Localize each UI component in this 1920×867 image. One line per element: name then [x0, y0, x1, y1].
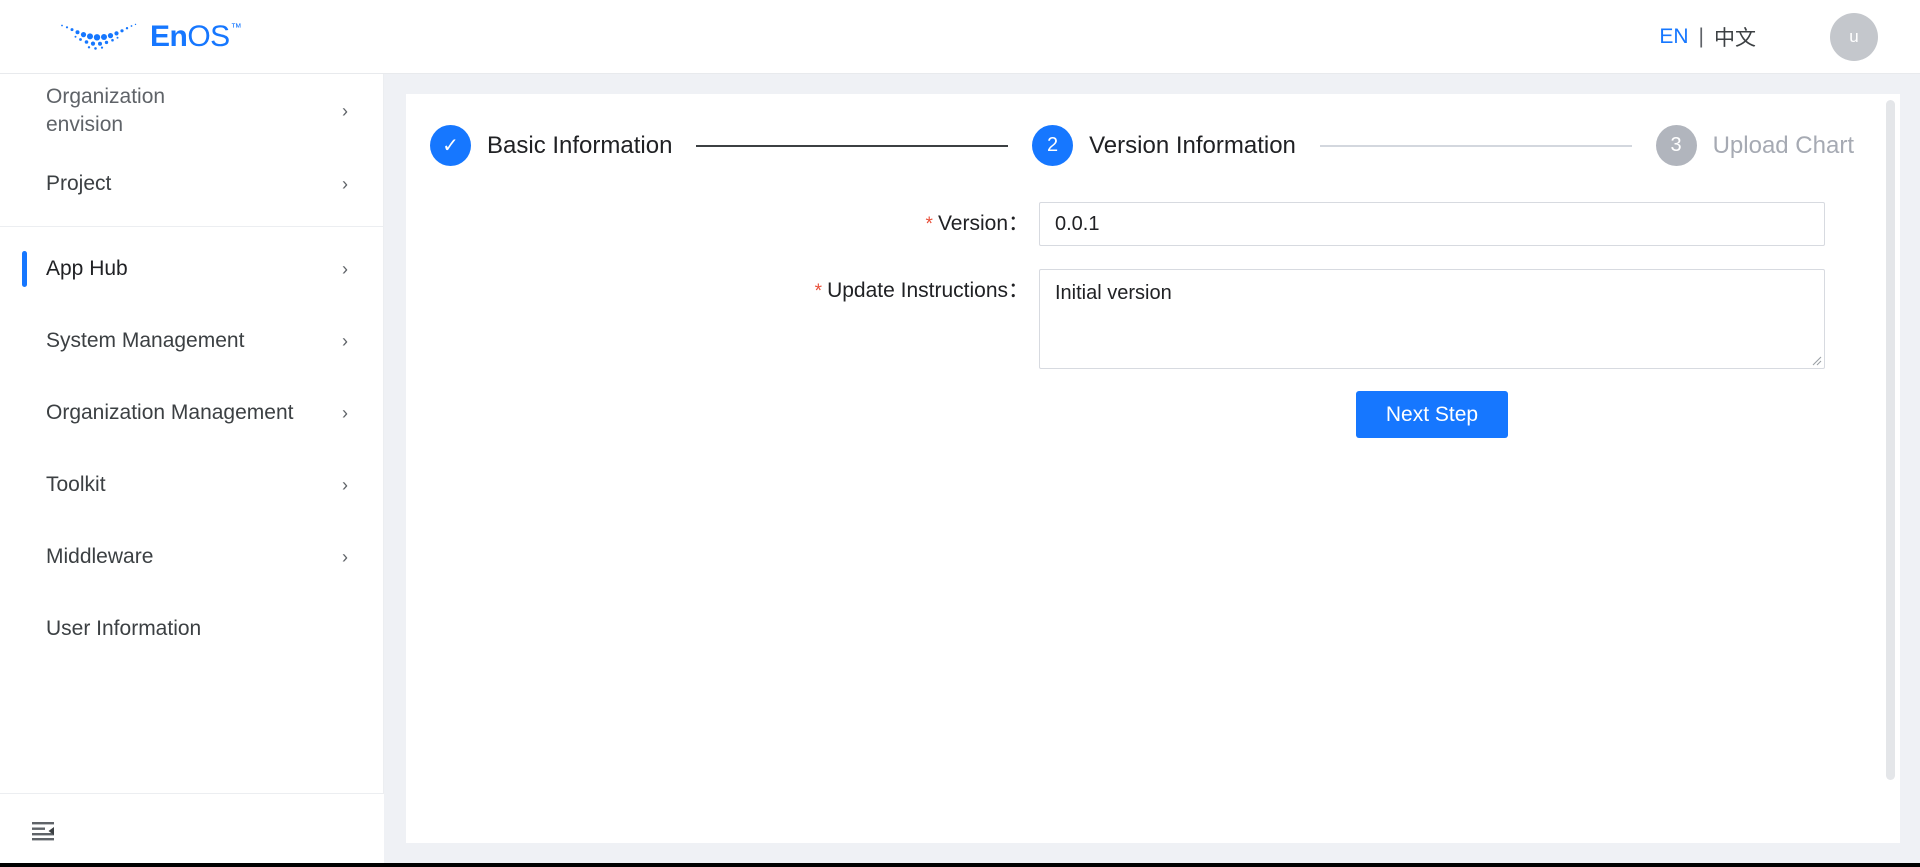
step-number-badge: 3 [1656, 125, 1697, 166]
sidebar: Organization envision›Project›App Hub›Sy… [0, 74, 384, 867]
step-connector [1320, 145, 1632, 147]
content-area: ✓Basic Information2Version Information3U… [384, 74, 1920, 867]
sidebar-item-middleware[interactable]: Middleware › [0, 521, 384, 593]
form-row-update-instructions: *Update Instructions： Initial version [406, 269, 1900, 369]
nav-divider [0, 226, 384, 227]
lang-option-zh[interactable]: 中文 [1714, 22, 1756, 52]
enos-dots-logo-icon [58, 17, 140, 57]
chevron-right-icon: › [342, 404, 348, 422]
update-instructions-field: Initial version [1039, 269, 1825, 369]
update-instructions-label-text: Update Instructions： [827, 279, 1029, 302]
form-actions-inner: Next Step [1039, 391, 1825, 438]
sidebar-item-organization-envision[interactable]: Organization envision › [0, 74, 384, 148]
sidebar-item-label: User Information [46, 615, 201, 643]
sidebar-item-organization-management[interactable]: Organization Management › [0, 377, 384, 449]
step-connector [696, 145, 1008, 147]
sidebar-footer [0, 793, 384, 867]
sidebar-item-toolkit[interactable]: Toolkit › [0, 449, 384, 521]
update-instructions-label: *Update Instructions： [406, 269, 1039, 314]
card-scrollbar[interactable] [1886, 100, 1895, 780]
form-row-version: *Version： [406, 202, 1900, 247]
sidebar-item-app-hub[interactable]: App Hub › [0, 233, 384, 305]
chevron-right-icon: › [342, 548, 348, 566]
lang-option-en[interactable]: EN [1659, 25, 1688, 49]
sidebar-nav-list: Organization envision›Project›App Hub›Sy… [0, 74, 384, 793]
lang-separator: | [1699, 25, 1704, 49]
chevron-right-icon: › [342, 102, 348, 120]
required-asterisk: * [815, 281, 822, 302]
brand-os-text: OS [187, 22, 229, 52]
sidebar-item-system-management[interactable]: System Management › [0, 305, 384, 377]
step-label: Upload Chart [1713, 132, 1854, 160]
brand-trademark: ™ [231, 23, 242, 34]
update-instructions-textarea[interactable]: Initial version [1039, 269, 1825, 369]
step-2[interactable]: 2 Version Information [1032, 125, 1296, 166]
version-input[interactable] [1039, 202, 1825, 246]
step-number-badge: 2 [1032, 125, 1073, 166]
language-switcher: EN | 中文 [1659, 22, 1756, 52]
sidebar-item-label: Organization envision [46, 83, 226, 140]
brand-logo[interactable]: EnOS™ [58, 17, 241, 57]
sidebar-item-label: Project [46, 170, 111, 198]
chevron-right-icon: › [342, 476, 348, 494]
sidebar-item-label: Middleware [46, 543, 153, 571]
step-indicator: ✓ Basic Information 2 Version Information 3U… [406, 94, 1900, 166]
sidebar-item-label: App Hub [46, 255, 128, 283]
brand-wordmark: EnOS™ [150, 22, 241, 52]
chevron-right-icon: › [342, 175, 348, 193]
step-3[interactable]: 3 Upload Chart [1656, 125, 1854, 166]
version-information-form: *Version： *Update Instructions： Initial … [406, 166, 1900, 438]
header-right-group: EN | 中文 u [1659, 13, 1878, 61]
sidebar-item-user-information[interactable]: User Information [0, 593, 384, 665]
step-label: Basic Information [487, 132, 672, 160]
step-1[interactable]: ✓ Basic Information [430, 125, 672, 166]
chevron-right-icon: › [342, 332, 348, 350]
wizard-card: ✓Basic Information2Version Information3U… [406, 94, 1900, 843]
next-step-button[interactable]: Next Step [1356, 391, 1508, 438]
top-header: EnOS™ EN | 中文 u [0, 0, 1920, 74]
avatar[interactable]: u [1830, 13, 1878, 61]
form-actions: Next Step [406, 391, 1900, 438]
chevron-right-icon: › [342, 260, 348, 278]
app-root: EnOS™ EN | 中文 u Organization envision›Pr… [0, 0, 1920, 867]
sidebar-item-label: Toolkit [46, 471, 106, 499]
version-label-text: Version： [938, 212, 1029, 235]
step-label: Version Information [1089, 132, 1296, 160]
step-check-icon: ✓ [430, 125, 471, 166]
collapse-sidebar-icon[interactable] [32, 821, 58, 841]
sidebar-item-label: System Management [46, 327, 244, 355]
version-label: *Version： [406, 202, 1039, 247]
bottom-bar [0, 863, 1920, 867]
sidebar-item-project[interactable]: Project › [0, 148, 384, 220]
required-asterisk: * [926, 214, 933, 235]
sidebar-item-label: Organization Management [46, 399, 293, 427]
brand-en-text: En [150, 22, 187, 52]
